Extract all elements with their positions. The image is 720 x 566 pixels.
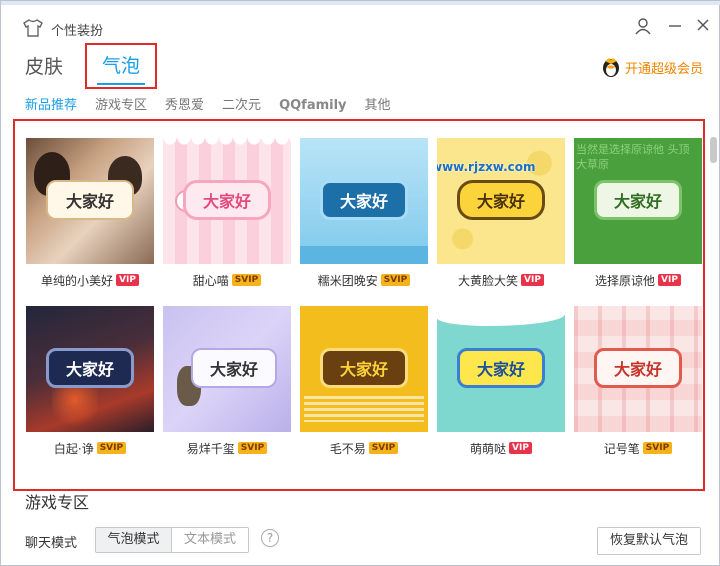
bubble-preview: 大家好 [457,180,545,220]
bubble-item[interactable]: 当然是选择原谅他 头顶大草原 大家好 选择原谅他 VIP [574,138,702,288]
scrollbar-thumb[interactable] [710,137,717,163]
vip-badge: VIP [116,274,139,286]
bubble-name: 选择原谅他 [595,273,656,288]
bubble-item[interactable]: 大家好 记号笔 SVIP [574,306,702,456]
bubble-name: 易烊千玺 [186,441,235,456]
bubble-preview: 大家好 [320,348,408,388]
bubble-item[interactable]: 大家好 单纯的小美好 VIP [26,138,154,288]
bubble-thumbnail: 大家好 [300,138,428,264]
main-tabs: 皮肤 气泡 开通超级会员 [1,43,720,91]
svip-badge: SVIP [368,442,399,454]
tab-skin[interactable]: 皮肤 [25,51,63,83]
tab-game[interactable]: 游戏专区 [95,95,147,117]
bubble-caption: 甜心喵 SVIP [163,272,291,288]
vip-badge: VIP [658,274,681,286]
tab-new[interactable]: 新品推荐 [25,95,77,117]
bubble-thumbnail: 大家好 [26,306,154,432]
bubble-item[interactable]: 大家好 易烊千玺 SVIP [163,306,291,456]
section-title: 游戏专区 [25,493,90,512]
help-icon[interactable]: ? [261,529,279,547]
svip-badge: SVIP [642,442,673,454]
text-mode-button[interactable]: 文本模式 [172,528,248,552]
bubble-caption: 糯米团晚安 SVIP [300,272,428,288]
category-tabs: 新品推荐 游戏专区 秀恩爱 二次元 QQfamily 其他 [25,95,409,117]
bubble-thumbnail: 大家好 [26,138,154,264]
bubble-name: 单纯的小美好 [41,273,114,288]
bubble-name: 白起·诤 [53,441,94,456]
bubble-caption: 单纯的小美好 VIP [26,272,154,288]
bubble-caption: 毛不易 SVIP [300,440,428,456]
minimize-icon[interactable] [665,17,685,37]
bubble-caption: 记号笔 SVIP [574,440,702,456]
bubble-name: 甜心喵 [192,273,229,288]
bubble-caption: 白起·诤 SVIP [26,440,154,456]
bubble-mode-button[interactable]: 气泡模式 [96,528,172,552]
bubble-preview: 大家好 [320,180,408,220]
bubble-preview: 大家好 [46,348,134,388]
bubble-name: 记号笔 [603,441,640,456]
bubble-thumbnail: 当然是选择原谅他 头顶大草原 大家好 [574,138,702,264]
svip-badge: SVIP [96,442,127,454]
svip-badge: SVIP [380,274,411,286]
bubble-caption: 易烊千玺 SVIP [163,440,291,456]
close-icon[interactable] [693,17,713,37]
bubble-caption: 大黄脸大笑 VIP [437,272,565,288]
tshirt-icon [23,19,43,37]
bubble-thumbnail: 大家好 [300,306,428,432]
vip-badge: VIP [509,442,532,454]
bubble-preview: 大家好 [594,348,682,388]
vip-badge: VIP [521,274,544,286]
chat-mode-label: 聊天模式 [25,536,78,551]
bottom-bar: 聊天模式 气泡模式 文本模式 ? 恢复默认气泡 [1,525,720,557]
bubble-name: 萌萌哒 [470,441,507,456]
bubble-caption: 萌萌哒 VIP [437,440,565,456]
bubble-item[interactable]: 大家好 萌萌哒 VIP [437,306,565,456]
bubble-preview: 大家好 [46,180,134,220]
window-title: 个性装扮 [51,24,104,39]
bubble-item[interactable]: 大家好 毛不易 SVIP [300,306,428,456]
watermark: www.rjzxw.com [437,160,536,174]
super-vip-link[interactable]: 开通超级会员 [601,55,703,79]
bubble-thumbnail: 大家好 www.rjzxw.com [437,138,565,264]
tab-other[interactable]: 其他 [365,95,391,117]
bubble-caption: 选择原谅他 VIP [574,272,702,288]
pattern-text: 当然是选择原谅他 头顶大草原 [576,143,690,171]
tab-bubble[interactable]: 气泡 [85,43,157,89]
qq-penguin-icon [602,58,619,77]
scrollbar[interactable] [709,123,718,463]
bubble-thumbnail: 大家好 [163,138,291,264]
tab-love[interactable]: 秀恩爱 [165,95,204,117]
super-vip-label: 开通超级会员 [624,61,703,77]
title-bar: 个性装扮 [1,5,720,43]
bubble-preview: 大家好 [594,180,682,220]
bubble-thumbnail: 大家好 [574,306,702,432]
user-icon[interactable] [633,17,653,37]
tab-anime[interactable]: 二次元 [222,95,261,117]
tab-qqfamily[interactable]: QQfamily [279,95,346,117]
bubble-settings-window: 个性装扮 皮肤 气泡 开通超级会员 新品推荐 游戏专区 秀恩爱 二次元 QQfa… [0,0,720,566]
bubble-item[interactable]: 大家好 糯米团晚安 SVIP [300,138,428,288]
bubble-item[interactable]: 大家好 www.rjzxw.com 大黄脸大笑 VIP [437,138,565,288]
bubble-name: 大黄脸大笑 [458,273,519,288]
svip-badge: SVIP [237,442,268,454]
bubble-thumbnail: 大家好 [163,306,291,432]
bubble-item[interactable]: 大家好 白起·诤 SVIP [26,306,154,456]
bubble-name: 毛不易 [329,441,366,456]
bubble-name: 糯米团晚安 [317,273,378,288]
bubble-item[interactable]: 大家好 甜心喵 SVIP [163,138,291,288]
bubble-thumbnail: 大家好 [437,306,565,432]
restore-default-button[interactable]: 恢复默认气泡 [597,527,701,555]
svip-badge: SVIP [231,274,262,286]
chat-mode-toggle: 气泡模式 文本模式 [95,527,249,553]
bubble-preview: 大家好 [191,348,277,388]
bubble-preview: 大家好 [457,348,545,388]
bubble-preview: 大家好 [183,180,271,220]
